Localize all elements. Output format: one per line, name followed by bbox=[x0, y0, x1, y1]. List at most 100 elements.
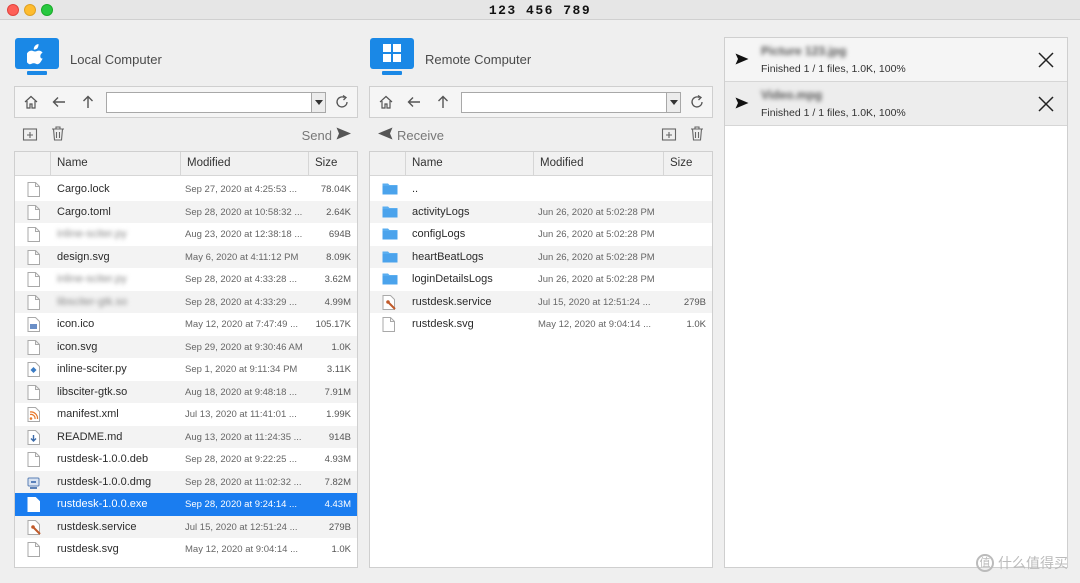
remote-panel: Remote Computer Receive Name Modified Si… bbox=[369, 20, 713, 568]
chevron-down-icon[interactable] bbox=[311, 93, 325, 112]
folder-icon bbox=[382, 272, 398, 287]
file-icon bbox=[27, 542, 40, 557]
file-name: design.svg bbox=[57, 250, 110, 263]
file-icon bbox=[382, 317, 395, 332]
table-row[interactable]: rustdesk.service Jul 15, 2020 at 12:51:24… bbox=[370, 290, 712, 313]
file-name: rustdesk.service bbox=[412, 295, 492, 308]
table-row[interactable]: rustdesk.svg May 12, 2020 at 9:04:14 ... 1… bbox=[370, 313, 712, 336]
table-row[interactable]: inline-sciter.py Aug 23, 2020 at 12:38:18… bbox=[15, 223, 357, 246]
back-arrow-icon[interactable] bbox=[49, 92, 69, 112]
table-row[interactable]: Cargo.lock Sep 27, 2020 at 4:25:53 ... 78.… bbox=[15, 178, 357, 201]
new-folder-icon[interactable] bbox=[661, 126, 677, 147]
file-size: 7.82M bbox=[324, 476, 351, 488]
file-name: activityLogs bbox=[412, 205, 470, 218]
table-row[interactable]: .. bbox=[370, 178, 712, 201]
send-button[interactable]: Send bbox=[302, 127, 352, 143]
file-modified: Sep 28, 2020 at 9:22:25 ... bbox=[185, 454, 297, 465]
table-row[interactable]: heartBeatLogs Jun 26, 2020 at 5:02:28 PM bbox=[370, 245, 712, 268]
table-row[interactable]: configLogs Jun 26, 2020 at 5:02:28 PM bbox=[370, 223, 712, 246]
file-name: configLogs bbox=[412, 228, 466, 240]
new-folder-icon[interactable] bbox=[22, 126, 38, 147]
table-row[interactable]: activityLogs Jun 26, 2020 at 5:02:28 PM bbox=[370, 200, 712, 223]
table-row[interactable]: libsciter-gtk.so Sep 28, 2020 at 4:33:29 … bbox=[15, 290, 357, 313]
folder-icon bbox=[382, 227, 398, 242]
transfer-status: Finished 1 / 1 files, 1.0K, 100% bbox=[761, 107, 906, 119]
table-row[interactable]: README.md Aug 13, 2020 at 11:24:35 ... 914… bbox=[15, 425, 357, 448]
file-modified: Aug 23, 2020 at 12:38:18 ... bbox=[185, 229, 303, 240]
table-row[interactable]: rustdesk-1.0.0.dmg Sep 28, 2020 at 11:02:… bbox=[15, 470, 357, 493]
column-modified[interactable]: Modified bbox=[180, 152, 308, 175]
local-table-header: Name Modified Size bbox=[15, 152, 357, 176]
python-file-icon bbox=[27, 362, 40, 377]
file-name: icon.ico bbox=[57, 318, 95, 330]
table-row[interactable]: Cargo.toml Sep 28, 2020 at 10:58:32 ... 2.… bbox=[15, 200, 357, 223]
table-row[interactable]: manifest.xml Jul 13, 2020 at 11:41:01 ...… bbox=[15, 403, 357, 426]
table-row[interactable]: rustdesk-1.0.0.deb Sep 28, 2020 at 9:22:2… bbox=[15, 448, 357, 471]
send-arrow-icon bbox=[735, 96, 749, 114]
trash-icon[interactable] bbox=[689, 125, 705, 147]
file-modified: Sep 28, 2020 at 9:24:14 ... bbox=[185, 499, 297, 510]
home-icon[interactable] bbox=[376, 92, 396, 112]
local-path-combobox[interactable] bbox=[106, 92, 326, 113]
column-name[interactable]: Name bbox=[50, 152, 180, 175]
file-modified: Jun 26, 2020 at 5:02:28 PM bbox=[538, 229, 655, 240]
refresh-icon[interactable] bbox=[332, 92, 352, 112]
file-modified: Jul 13, 2020 at 11:41:01 ... bbox=[185, 409, 297, 420]
trash-icon[interactable] bbox=[50, 125, 66, 147]
column-size[interactable]: Size bbox=[663, 152, 712, 175]
chevron-down-icon[interactable] bbox=[666, 93, 680, 112]
refresh-icon[interactable] bbox=[687, 92, 707, 112]
remote-file-rows: .. activityLogs Jun 26, 2020 at 5:02:28 PM… bbox=[370, 178, 712, 336]
file-name: README.md bbox=[57, 430, 123, 443]
local-panel: Local Computer Send Name Modified Size C… bbox=[14, 20, 358, 568]
remote-header: Remote Computer bbox=[369, 38, 713, 78]
table-row[interactable]: inline-sciter.py Sep 28, 2020 at 4:33:28 … bbox=[15, 268, 357, 291]
table-row[interactable]: loginDetailsLogs Jun 26, 2020 at 5:02:28 … bbox=[370, 268, 712, 291]
file-modified: May 12, 2020 at 9:04:14 ... bbox=[185, 544, 299, 555]
file-name: loginDetailsLogs bbox=[412, 273, 493, 285]
file-name: manifest.xml bbox=[57, 408, 119, 420]
local-actions: Send bbox=[14, 124, 358, 146]
file-name: rustdesk.service bbox=[57, 520, 137, 533]
local-file-rows: Cargo.lock Sep 27, 2020 at 4:25:53 ... 78.… bbox=[15, 178, 357, 561]
table-row[interactable]: rustdesk-1.0.0.exe Sep 28, 2020 at 9:24:1… bbox=[15, 493, 357, 516]
disk-image-icon bbox=[27, 475, 40, 490]
column-icon bbox=[15, 152, 50, 175]
remote-path-combobox[interactable] bbox=[461, 92, 681, 113]
file-size: 4.93M bbox=[324, 454, 351, 465]
file-modified: May 6, 2020 at 4:11:12 PM bbox=[185, 251, 299, 263]
table-row[interactable]: rustdesk.svg May 12, 2020 at 9:04:14 ... 1… bbox=[15, 538, 357, 561]
table-row[interactable]: icon.ico May 12, 2020 at 7:47:49 ... 105.1… bbox=[15, 313, 357, 336]
local-path-input[interactable] bbox=[107, 93, 312, 112]
table-row[interactable]: inline-sciter.py Sep 1, 2020 at 9:11:34 P… bbox=[15, 358, 357, 381]
file-size: 105.17K bbox=[315, 319, 351, 330]
up-arrow-icon[interactable] bbox=[78, 92, 98, 112]
close-icon[interactable] bbox=[1037, 51, 1055, 69]
file-size: 279B bbox=[328, 521, 351, 533]
table-row[interactable]: design.svg May 6, 2020 at 4:11:12 PM 8.09K bbox=[15, 245, 357, 268]
file-name: rustdesk-1.0.0.deb bbox=[57, 453, 149, 465]
table-row[interactable]: rustdesk.service Jul 15, 2020 at 12:51:24… bbox=[15, 515, 357, 538]
home-icon[interactable] bbox=[21, 92, 41, 112]
title-bar: 123 456 789 bbox=[0, 0, 1080, 20]
receive-button[interactable]: Receive bbox=[377, 127, 444, 143]
file-modified: Sep 27, 2020 at 4:25:53 ... bbox=[185, 184, 297, 195]
table-row[interactable]: libsciter-gtk.so Aug 18, 2020 at 9:48:18 … bbox=[15, 380, 357, 403]
column-size[interactable]: Size bbox=[308, 152, 357, 175]
file-modified: Jun 26, 2020 at 5:02:28 PM bbox=[538, 251, 655, 263]
file-modified: Jul 15, 2020 at 12:51:24 ... bbox=[185, 521, 298, 533]
up-arrow-icon[interactable] bbox=[433, 92, 453, 112]
file-modified: May 12, 2020 at 7:47:49 ... bbox=[185, 319, 299, 330]
close-icon[interactable] bbox=[1037, 95, 1055, 113]
file-size: 1.99K bbox=[326, 409, 351, 420]
file-name: icon.svg bbox=[57, 340, 98, 353]
column-modified[interactable]: Modified bbox=[533, 152, 663, 175]
file-icon bbox=[27, 227, 40, 242]
back-arrow-icon[interactable] bbox=[404, 92, 424, 112]
table-row[interactable]: icon.svg Sep 29, 2020 at 9:30:46 AM 1.0K bbox=[15, 335, 357, 358]
remote-table-header: Name Modified Size bbox=[370, 152, 712, 176]
column-name[interactable]: Name bbox=[405, 152, 533, 175]
remote-path-input[interactable] bbox=[462, 93, 667, 112]
file-size: 3.11K bbox=[326, 364, 351, 375]
file-size: 914B bbox=[328, 431, 351, 443]
